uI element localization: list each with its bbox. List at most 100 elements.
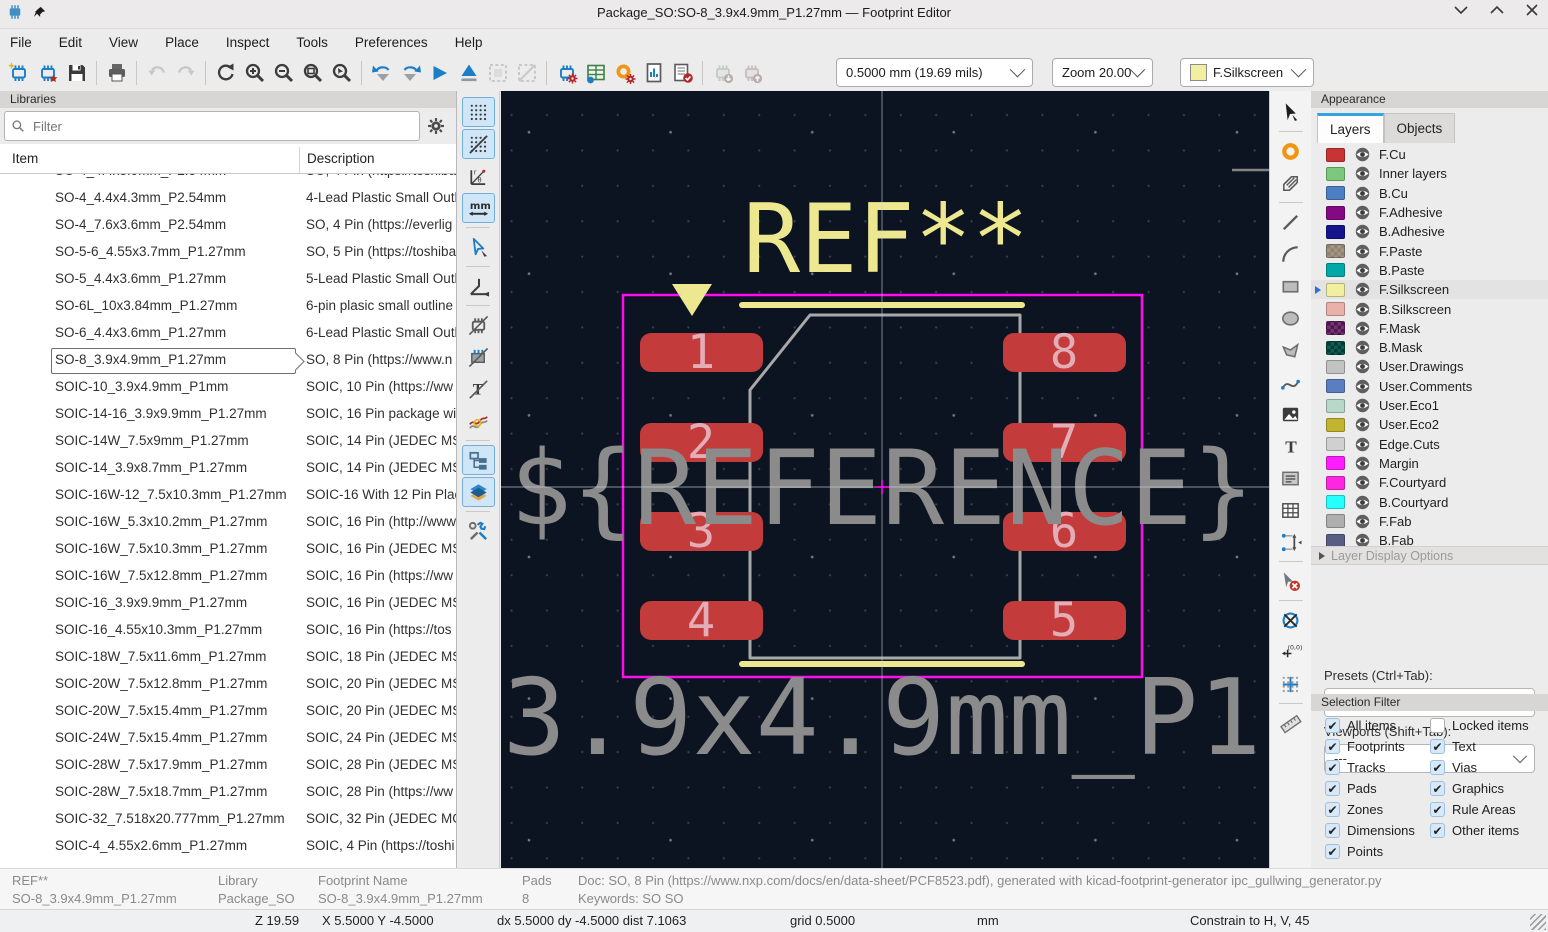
library-row[interactable]: SO-8_3.9x4.9mm_P1.27mmSO, 8 Pin (https:/… [0, 347, 456, 374]
library-row[interactable]: SOIC-20W_7.5x15.4mm_P1.27mmSOIC, 20 Pin … [0, 698, 456, 725]
library-filter-input[interactable] [31, 118, 413, 135]
resize-grip[interactable] [1530, 914, 1546, 930]
library-row[interactable]: SOIC-18W_7.5x11.6mm_P1.27mmSOIC, 18 Pin … [0, 644, 456, 671]
layer-row-b-adhesive[interactable]: B.Adhesive [1311, 222, 1548, 241]
layer-color-swatch[interactable] [1326, 186, 1345, 200]
library-row[interactable]: SO-4_7.6x3.6mm_P2.54mmSO, 4 Pin (https:/… [0, 212, 456, 239]
menu-view[interactable]: View [109, 35, 138, 50]
visibility-eye-icon[interactable] [1354, 320, 1371, 337]
filter-tracks[interactable]: ✔Tracks [1325, 760, 1386, 775]
preferences-tools-button[interactable] [462, 516, 495, 546]
rotate-cw-button[interactable] [396, 59, 425, 88]
layer-row-b-courtyard[interactable]: B.Courtyard [1311, 492, 1548, 511]
pad-enumerate-button[interactable] [581, 59, 610, 88]
add-rule-area-button[interactable] [1274, 168, 1307, 198]
visibility-eye-icon[interactable] [1354, 358, 1371, 375]
layer-color-swatch[interactable] [1326, 167, 1345, 181]
library-row[interactable]: SOIC-16_4.55x10.3mm_P1.27mmSOIC, 16 Pin … [0, 617, 456, 644]
set-grid-origin-button[interactable] [1274, 669, 1307, 699]
visibility-eye-icon[interactable] [1354, 262, 1371, 279]
visibility-eye-icon[interactable] [1354, 494, 1371, 511]
library-row[interactable]: SO-5-6_4.55x3.7mm_P1.27mmSO, 5 Pin (http… [0, 239, 456, 266]
checkbox[interactable]: ✔ [1325, 718, 1340, 733]
visibility-eye-icon[interactable] [1354, 397, 1371, 414]
units-mm-button[interactable]: mm [462, 193, 495, 223]
grid-overrides-button[interactable] [462, 129, 495, 159]
menu-place[interactable]: Place [165, 35, 199, 50]
layer-row-f-paste[interactable]: F.Paste [1311, 242, 1548, 261]
layer-row-edge-cuts[interactable]: Edge.Cuts [1311, 435, 1548, 454]
menu-help[interactable]: Help [455, 35, 483, 50]
grid-origin-00-button[interactable]: (0,0) [1274, 637, 1307, 667]
mirror-vertical-button[interactable] [454, 59, 483, 88]
layer-color-swatch[interactable] [1326, 456, 1345, 470]
library-row[interactable]: SOIC-16W_7.5x10.3mm_P1.27mmSOIC, 16 Pin … [0, 536, 456, 563]
undo-button[interactable] [142, 59, 171, 88]
add-image-button[interactable] [1274, 399, 1307, 429]
layer-row-b-paste[interactable]: B.Paste [1311, 261, 1548, 280]
footprint-checker-button[interactable] [639, 59, 668, 88]
checkbox[interactable]: ✔ [1325, 760, 1340, 775]
load-footprint-from-board-button[interactable] [708, 59, 737, 88]
visibility-eye-icon[interactable] [1354, 378, 1371, 395]
layer-color-swatch[interactable] [1326, 341, 1345, 355]
library-row[interactable]: SOIC-14_3.9x8.7mm_P1.27mmSOIC, 14 Pin (J… [0, 455, 456, 482]
filter-vias[interactable]: ✔Vias [1430, 760, 1477, 775]
column-header-item[interactable]: Item [12, 151, 38, 166]
layer-row-b-silkscreen[interactable]: B.Silkscreen [1311, 299, 1548, 318]
layer-color-swatch[interactable] [1326, 244, 1345, 258]
layer-row-b-cu[interactable]: B.Cu [1311, 184, 1548, 203]
layer-color-swatch[interactable] [1326, 225, 1345, 239]
layer-row-f-silkscreen[interactable]: F.Silkscreen [1311, 280, 1548, 299]
angle-45-button[interactable] [462, 271, 495, 301]
layer-color-swatch[interactable] [1326, 437, 1345, 451]
default-pad-properties-button[interactable] [610, 59, 639, 88]
minimize-button[interactable] [1454, 5, 1468, 15]
filter-text[interactable]: ✔Text [1430, 739, 1476, 754]
checkbox[interactable]: ✔ [1325, 823, 1340, 838]
zoom-out-button[interactable] [269, 59, 298, 88]
visibility-eye-icon[interactable] [1354, 281, 1371, 298]
grid-show-button[interactable] [462, 97, 495, 127]
polar-coords-button[interactable]: rθ [462, 161, 495, 191]
library-row[interactable]: SO-4_4.4x4.3mm_P2.54mm4-Lead Plastic Sma… [0, 185, 456, 212]
cursor-style-button[interactable] [462, 232, 495, 262]
checkbox[interactable]: ✔ [1430, 739, 1445, 754]
new-footprint-wizard-button[interactable] [33, 59, 62, 88]
grid-size-dropdown[interactable]: 0.5000 mm (19.69 mils) [836, 58, 1033, 87]
layer-row-f-fab[interactable]: F.Fab [1311, 512, 1548, 531]
add-line-button[interactable] [1274, 207, 1307, 237]
filter-rule-areas[interactable]: ✔Rule Areas [1430, 802, 1516, 817]
visibility-eye-icon[interactable] [1354, 436, 1371, 453]
checkbox[interactable]: ✔ [1430, 760, 1445, 775]
menu-tools[interactable]: Tools [296, 35, 328, 50]
select-button[interactable] [1274, 97, 1307, 127]
add-arc-button[interactable] [1274, 239, 1307, 269]
add-pad-button[interactable] [1274, 136, 1307, 166]
tab-objects[interactable]: Objects [1384, 113, 1456, 143]
layer-color-swatch[interactable] [1326, 514, 1345, 528]
library-row[interactable]: SOIC-14W_7.5x9mm_P1.27mmSOIC, 14 Pin (JE… [0, 428, 456, 455]
filter-all-items[interactable]: ✔All items [1325, 718, 1396, 733]
mirror-horizontal-button[interactable] [425, 59, 454, 88]
group-button[interactable] [483, 59, 512, 88]
sketch-graphics-button[interactable] [462, 310, 495, 340]
layer-color-swatch[interactable] [1326, 206, 1345, 220]
layer-row-margin[interactable]: Margin [1311, 454, 1548, 473]
visibility-eye-icon[interactable] [1354, 455, 1371, 472]
print-button[interactable] [102, 59, 131, 88]
visibility-eye-icon[interactable] [1354, 204, 1371, 221]
layer-display-options[interactable]: Layer Display Options [1311, 546, 1548, 565]
visibility-eye-icon[interactable] [1354, 474, 1371, 491]
filter-pads[interactable]: ✔Pads [1325, 781, 1377, 796]
footprint-properties-button[interactable] [552, 59, 581, 88]
menu-edit[interactable]: Edit [59, 35, 82, 50]
filter-locked-items[interactable]: Locked items [1430, 718, 1529, 733]
maximize-button[interactable] [1490, 5, 1504, 15]
menu-inspect[interactable]: Inspect [226, 35, 270, 50]
tab-layers[interactable]: Layers [1317, 113, 1384, 143]
visibility-eye-icon[interactable] [1354, 146, 1371, 163]
pin1-marker-triangle[interactable] [672, 284, 712, 316]
library-row[interactable]: SO-6L_10x3.84mm_P1.27mm6-pin plasic smal… [0, 293, 456, 320]
checkbox[interactable]: ✔ [1325, 802, 1340, 817]
